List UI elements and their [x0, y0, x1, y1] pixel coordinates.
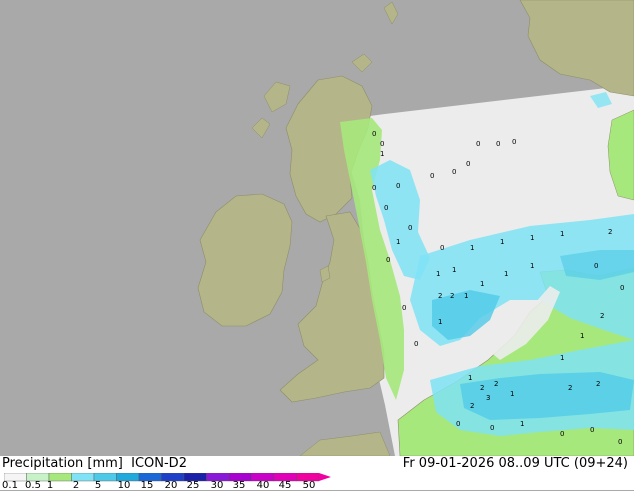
footer-panel: Precipitation [mm] ICON-D2 Fr 09-01-2026…: [0, 456, 634, 491]
value-label: 3: [486, 394, 490, 402]
value-label: 0: [512, 138, 516, 146]
legend-label: 45: [278, 480, 292, 491]
value-label: 1: [396, 238, 400, 246]
value-label: 0: [496, 140, 500, 148]
product-title: Precipitation [mm] ICON-D2: [2, 456, 187, 471]
value-label: 1: [560, 230, 564, 238]
value-label: 0: [380, 140, 384, 148]
value-label: 0: [414, 340, 418, 348]
map-canvas: 0 0 1 0 0 0 0 1 0 0 0 0 0 0 0 0 1 1 1 1 …: [0, 0, 634, 457]
valid-time: Fr 09-01-2026 08..09 UTC (09+24): [402, 456, 628, 471]
value-label: 2: [438, 292, 442, 300]
value-label: 1: [510, 390, 514, 398]
legend-label: 5: [94, 480, 102, 491]
value-label: 0: [386, 256, 390, 264]
legend-label: 25: [186, 480, 200, 491]
value-label: 0: [590, 426, 594, 434]
legend-label: 50: [302, 480, 316, 491]
value-label: 0: [620, 284, 624, 292]
legend-label: 1: [46, 480, 54, 491]
legend-label: 0.5: [25, 480, 41, 491]
value-label: 1: [480, 280, 484, 288]
value-label: 2: [596, 380, 600, 388]
value-label: 0: [440, 244, 444, 252]
value-label: 1: [560, 354, 564, 362]
value-label: 1: [452, 266, 456, 274]
value-label: 0: [402, 304, 406, 312]
value-label: 1: [500, 238, 504, 246]
value-label: 1: [438, 318, 442, 326]
value-label: 2: [494, 380, 498, 388]
legend-label: 2: [72, 480, 80, 491]
value-label: 2: [470, 402, 474, 410]
value-label: 2: [480, 384, 484, 392]
legend-label: 40: [256, 480, 270, 491]
value-label: 1: [436, 270, 440, 278]
value-label: 2: [450, 292, 454, 300]
value-label: 1: [580, 332, 584, 340]
legend-label: 0.1: [2, 480, 18, 491]
value-label: 1: [464, 292, 468, 300]
value-label: 1: [530, 262, 534, 270]
value-label: 0: [618, 438, 622, 446]
value-label: 1: [468, 374, 472, 382]
value-label: 1: [530, 234, 534, 242]
value-label: 2: [608, 228, 612, 236]
value-label: 0: [456, 420, 460, 428]
value-label: 0: [466, 160, 470, 168]
value-label: 0: [372, 130, 376, 138]
value-label: 1: [470, 244, 474, 252]
value-label: 0: [396, 182, 400, 190]
value-label: 0: [594, 262, 598, 270]
precipitation-map: 0 0 1 0 0 0 0 1 0 0 0 0 0 0 0 0 1 1 1 1 …: [0, 0, 634, 457]
legend-label: 15: [140, 480, 154, 491]
value-label: 1: [520, 420, 524, 428]
value-label: 1: [380, 150, 384, 158]
legend-label: 35: [232, 480, 246, 491]
value-label: 0: [452, 168, 456, 176]
value-label: 0: [476, 140, 480, 148]
value-label: 0: [430, 172, 434, 180]
legend-label: 30: [210, 480, 224, 491]
legend-arrow: [319, 473, 331, 481]
value-label: 0: [384, 204, 388, 212]
value-label: 1: [504, 270, 508, 278]
value-label: 0: [560, 430, 564, 438]
value-label: 0: [372, 184, 376, 192]
value-label: 0: [408, 224, 412, 232]
value-label: 2: [568, 384, 572, 392]
legend-label: 10: [117, 480, 131, 491]
legend-label: 20: [164, 480, 178, 491]
value-label: 0: [490, 424, 494, 432]
value-label: 2: [600, 312, 604, 320]
